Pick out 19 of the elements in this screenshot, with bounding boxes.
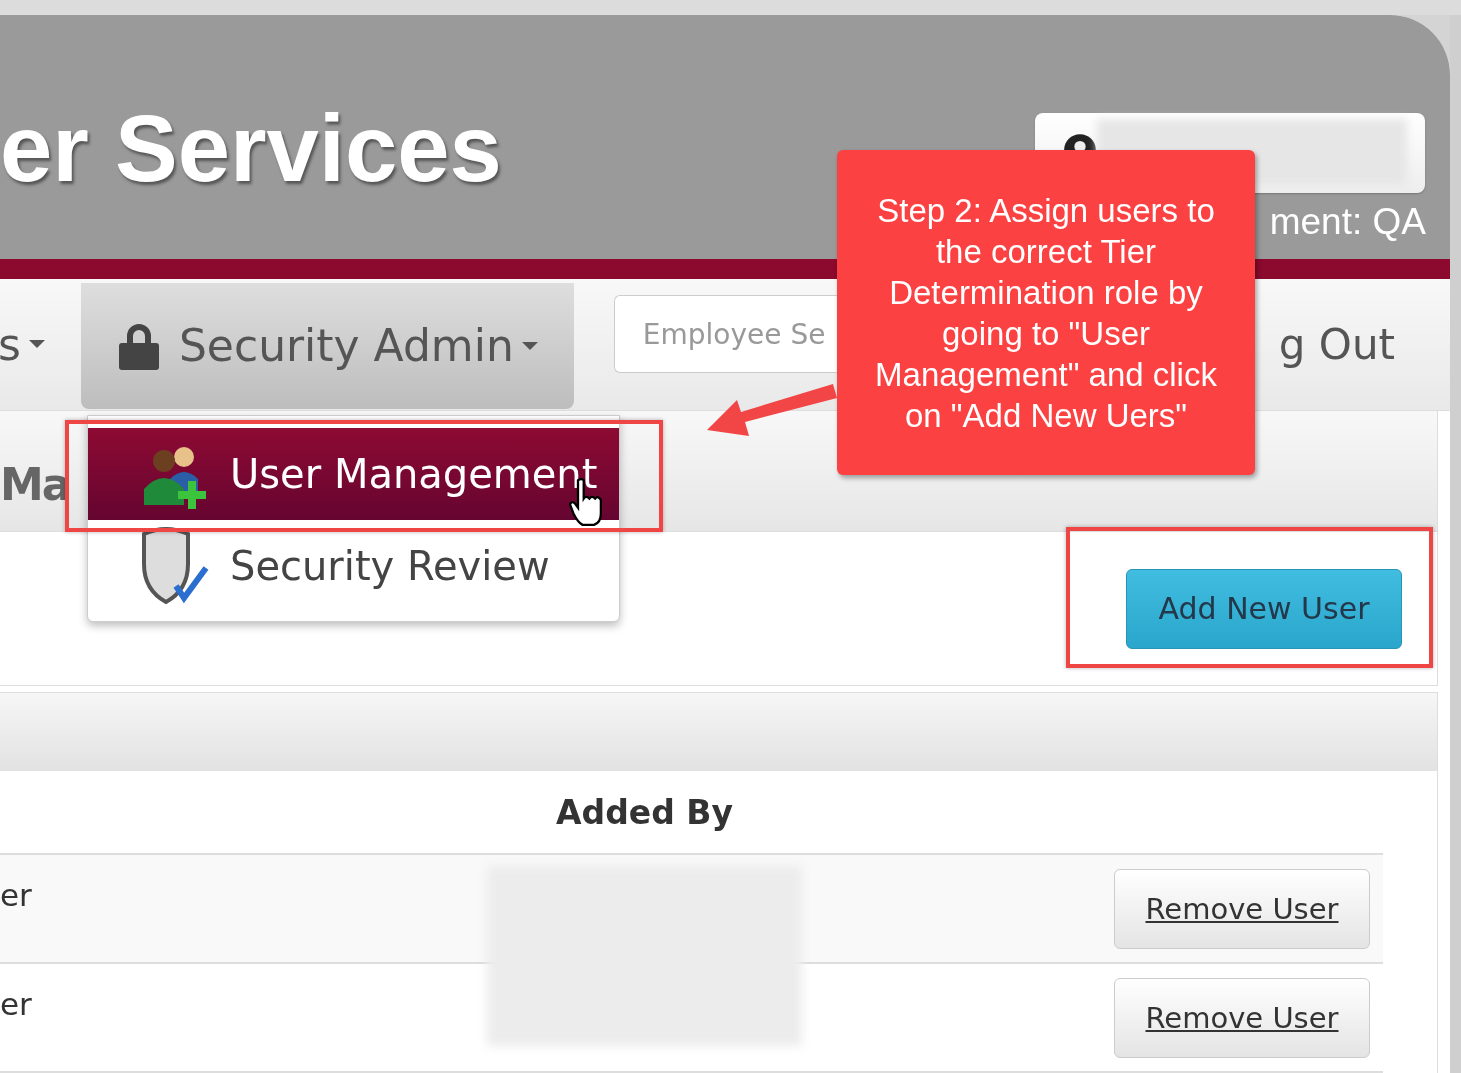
caret-icon [28, 340, 45, 349]
nav-menu-item[interactable]: Security Admin [80, 282, 574, 409]
menu-item[interactable]: User Management [88, 428, 619, 520]
environment-label: ment: QA [1269, 201, 1426, 243]
remove-user-button[interactable]: Remove User [1114, 869, 1370, 949]
employee-search-field[interactable]: Employee Se [613, 295, 840, 374]
table-cell-text: er [0, 985, 33, 1024]
nav-menu-item[interactable]: s [0, 278, 81, 410]
site-title: er Services [0, 95, 502, 203]
annotation-text: Step 2: Assign users to the correct Tier Determination role by going to "User Management" and click on "Add New Uers" [874, 190, 1218, 436]
add-new-user-button[interactable]: Add New User [1126, 568, 1402, 649]
menu-item[interactable]: Security Review [88, 520, 619, 612]
column-header: Added By [555, 792, 734, 832]
table-cell-text: er [0, 876, 33, 915]
caret-icon [521, 341, 538, 350]
lock-icon [116, 321, 161, 370]
remove-user-button[interactable]: Remove User [1114, 978, 1370, 1058]
logout-link[interactable]: g Out [1278, 319, 1395, 369]
page-heading: Ma [0, 458, 70, 510]
